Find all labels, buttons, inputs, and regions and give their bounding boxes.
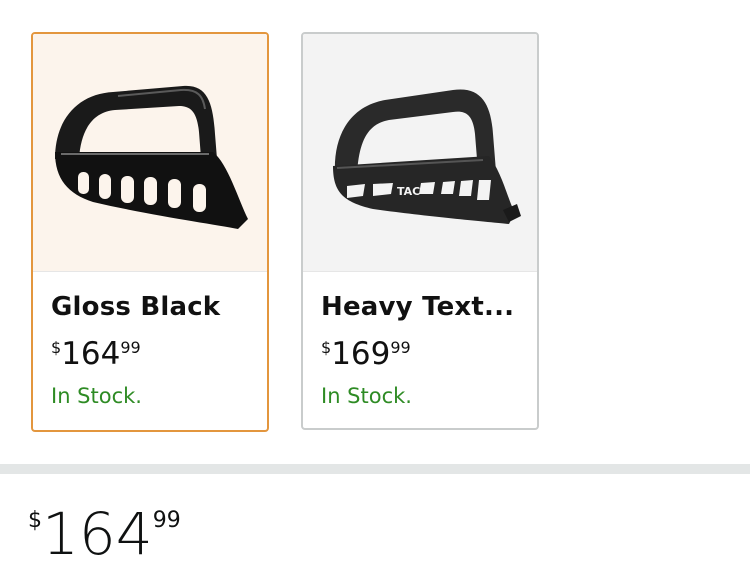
- price-fraction: 99: [390, 338, 411, 357]
- availability-status: In Stock.: [51, 384, 142, 408]
- product-variant-page: Gloss Black $16499 In Stock. TAC Heavy T…: [0, 0, 750, 587]
- price-whole: 164: [61, 336, 121, 372]
- price-whole: 169: [331, 336, 391, 372]
- textured-black-bull-bar-image: TAC: [303, 34, 537, 272]
- price-fraction: 99: [120, 338, 141, 357]
- section-divider: [0, 464, 750, 474]
- price-symbol: $: [51, 338, 62, 357]
- main-price: $16499: [28, 500, 181, 568]
- variant-price: $16999: [321, 334, 411, 374]
- svg-text:TAC: TAC: [397, 185, 420, 198]
- availability-status: In Stock.: [321, 384, 412, 408]
- variant-card-gloss-black[interactable]: Gloss Black $16499 In Stock.: [31, 32, 269, 432]
- variant-name: Heavy Text...: [321, 292, 515, 322]
- gloss-black-bull-bar-image: [33, 34, 267, 272]
- variant-price: $16499: [51, 334, 141, 374]
- price-symbol: $: [321, 338, 332, 357]
- variant-card-heavy-textured[interactable]: TAC Heavy Text... $16999 In Stock.: [301, 32, 539, 430]
- variant-name: Gloss Black: [51, 292, 221, 322]
- price-whole: 164: [42, 500, 153, 568]
- price-fraction: 99: [152, 508, 181, 533]
- price-symbol: $: [28, 508, 42, 533]
